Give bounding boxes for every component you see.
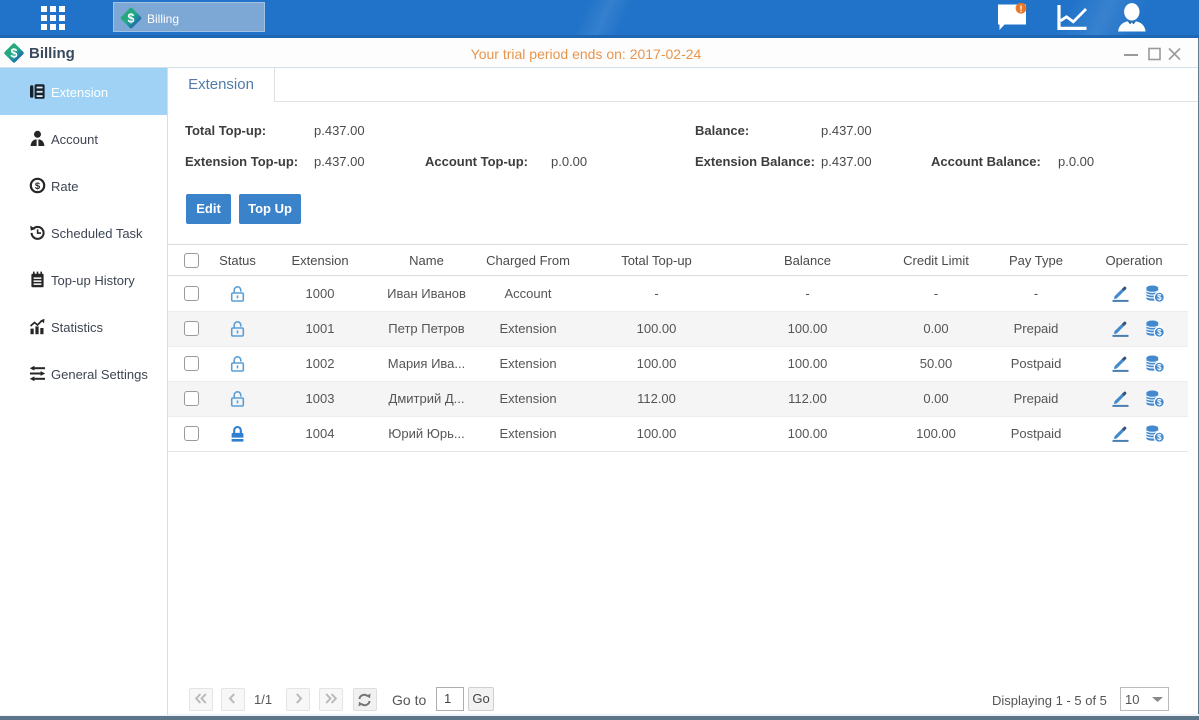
svg-text:$: $: [128, 11, 135, 25]
svg-text:$: $: [1157, 328, 1162, 337]
svg-text:$: $: [1157, 363, 1162, 372]
svg-text:$: $: [1157, 293, 1162, 302]
svg-text:$: $: [1157, 433, 1162, 442]
svg-text:$: $: [35, 181, 41, 192]
svg-text:$: $: [1157, 398, 1162, 407]
svg-text:!: !: [1020, 4, 1023, 14]
svg-text:$: $: [11, 47, 18, 61]
